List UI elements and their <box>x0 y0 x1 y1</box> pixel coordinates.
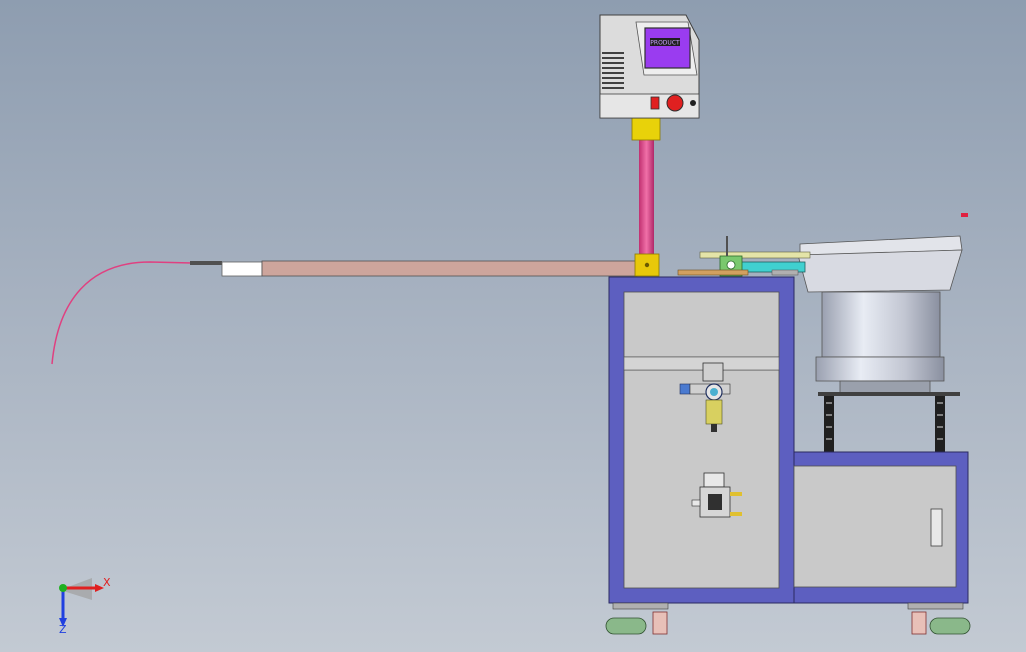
column-collar-top <box>631 117 661 141</box>
coordinate-triad: X Z <box>59 576 111 636</box>
cabinet-door-handle[interactable] <box>930 508 943 547</box>
cad-viewport[interactable]: PRODUCT X Z <box>0 0 1026 652</box>
conveyor-belt <box>261 260 638 277</box>
upper-panel <box>623 291 780 358</box>
z-axis-label: Z <box>59 623 67 636</box>
wire-tip <box>190 261 222 265</box>
casters <box>605 602 971 635</box>
vibratory-feeder-bowl <box>797 235 963 396</box>
control-box: PRODUCT <box>599 14 700 119</box>
bowl-support-chains <box>824 396 945 452</box>
touch-screen[interactable] <box>644 27 691 69</box>
main-cabinet <box>608 276 795 604</box>
emergency-stop-button[interactable] <box>666 94 684 112</box>
collar-bolt <box>644 262 650 268</box>
screen-text: PRODUCT <box>650 40 680 47</box>
wire <box>51 261 193 365</box>
machine-drawing: PRODUCT X Z <box>51 14 971 636</box>
sensor-marker <box>961 213 968 217</box>
column-pole <box>639 140 654 255</box>
side-cabinet <box>793 451 969 604</box>
conveyor-guide-block <box>221 261 263 277</box>
indicator-light <box>690 100 696 106</box>
feed-track <box>677 236 811 277</box>
power-switch[interactable] <box>650 96 660 110</box>
lower-panel <box>623 369 780 589</box>
x-axis-label: X <box>103 576 111 589</box>
